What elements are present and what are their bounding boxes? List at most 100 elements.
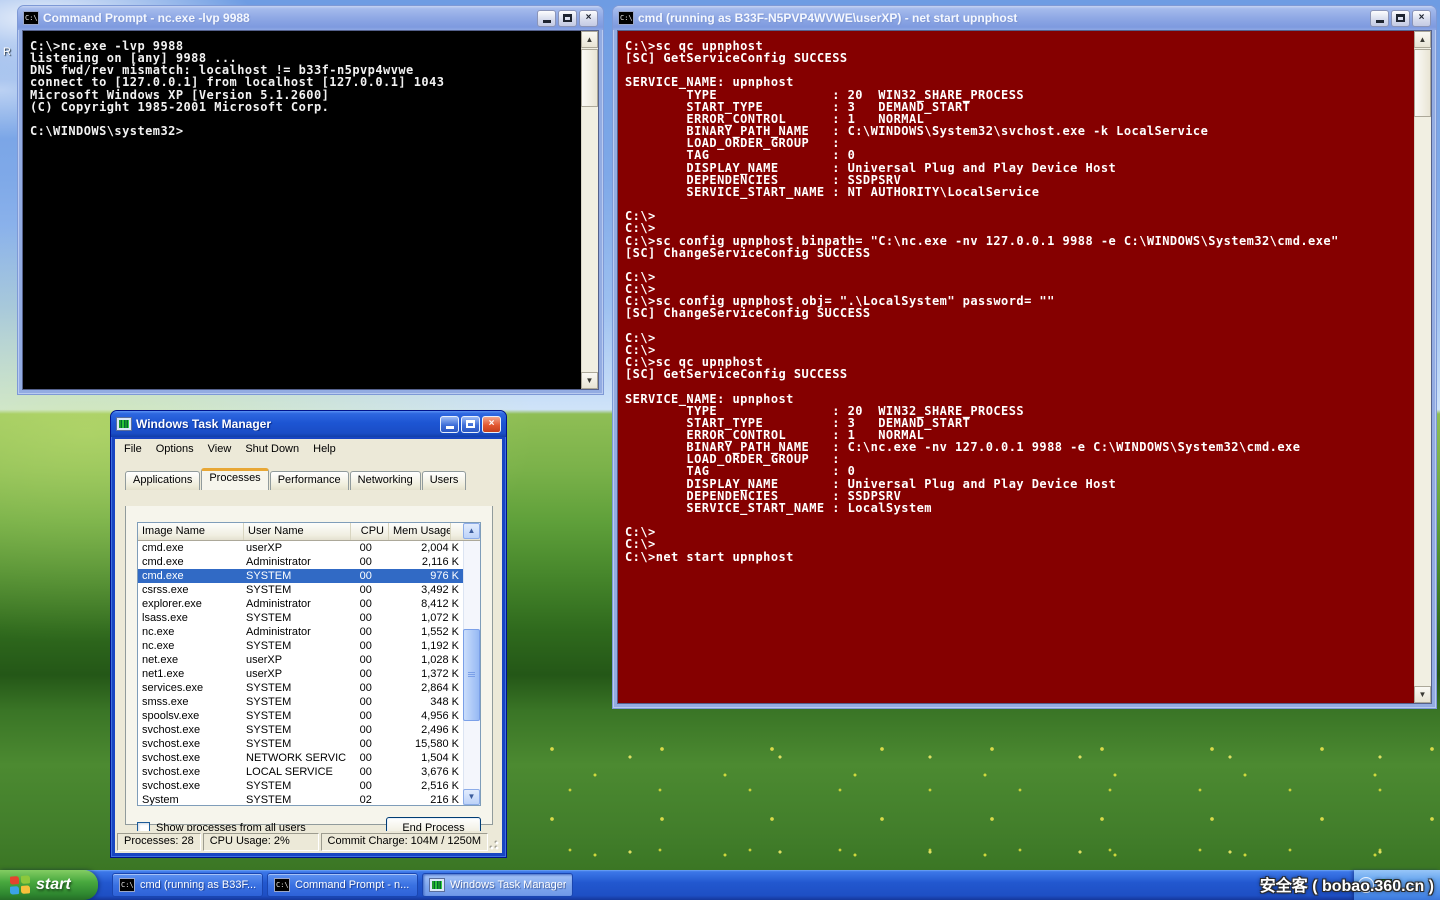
process-image-name: csrss.exe — [138, 583, 242, 597]
cmd-icon: C:\ — [274, 878, 290, 892]
process-row[interactable]: svchost.exeLOCAL SERVICE003,676 K — [138, 765, 463, 779]
titlebar-cmd-system[interactable]: C:\ cmd (running as B33F-N5PVP4WVWE\user… — [613, 6, 1436, 30]
process-row[interactable]: svchost.exeNETWORK SERVICE001,504 K — [138, 751, 463, 765]
process-user-name: SYSTEM — [242, 695, 347, 709]
menu-item-view[interactable]: View — [201, 441, 239, 457]
window-cmd-system: C:\ cmd (running as B33F-N5PVP4WVWE\user… — [612, 5, 1437, 709]
status-bar: Processes: 28CPU Usage: 2%Commit Charge:… — [115, 831, 502, 853]
menu-item-options[interactable]: Options — [149, 441, 201, 457]
process-cpu: 00 — [347, 723, 384, 737]
process-row[interactable]: lsass.exeSYSTEM001,072 K — [138, 611, 463, 625]
tab-networking[interactable]: Networking — [350, 471, 421, 490]
process-user-name: SYSTEM — [242, 681, 347, 695]
taskbar-button[interactable]: C:\Command Prompt - n... — [267, 873, 418, 897]
column-header[interactable]: Mem Usage — [389, 523, 451, 540]
scrollbar-thumb[interactable] — [581, 49, 598, 107]
menu-item-help[interactable]: Help — [306, 441, 343, 457]
scrollbar[interactable]: ▲ ▼ — [1414, 31, 1431, 703]
maximize-button[interactable] — [1391, 10, 1410, 27]
scroll-up-icon[interactable]: ▲ — [581, 31, 598, 48]
process-image-name: smss.exe — [138, 695, 242, 709]
process-mem-usage: 976 K — [384, 569, 463, 583]
process-mem-usage: 4,956 K — [384, 709, 463, 723]
scroll-down-icon[interactable]: ▼ — [463, 789, 480, 805]
process-row[interactable]: SystemSYSTEM02216 K — [138, 793, 463, 806]
column-header[interactable]: CPU — [351, 523, 389, 540]
minimize-button[interactable] — [440, 416, 459, 433]
close-button[interactable]: × — [1412, 10, 1431, 27]
taskbar-button[interactable]: C:\cmd (running as B33F... — [112, 873, 263, 897]
column-header[interactable]: User Name — [244, 523, 351, 540]
start-button-label: start — [36, 876, 71, 894]
close-button[interactable]: × — [482, 416, 501, 433]
minimize-button[interactable] — [537, 10, 556, 27]
process-row[interactable]: smss.exeSYSTEM00348 K — [138, 695, 463, 709]
tab-processes[interactable]: Processes — [201, 468, 268, 490]
menu-item-file[interactable]: File — [117, 441, 149, 457]
titlebar-task-manager[interactable]: Windows Task Manager × — [111, 411, 506, 437]
scrollbar-thumb[interactable] — [463, 629, 480, 721]
tab-users[interactable]: Users — [422, 471, 467, 490]
tab-performance[interactable]: Performance — [270, 471, 349, 490]
process-row[interactable]: net1.exeuserXP001,372 K — [138, 667, 463, 681]
process-row[interactable]: net.exeuserXP001,028 K — [138, 653, 463, 667]
processes-tab-panel: Image NameUser NameCPUMem Usage cmd.exeu… — [125, 506, 493, 825]
process-user-name: SYSTEM — [242, 709, 347, 723]
process-image-name: net.exe — [138, 653, 242, 667]
close-button[interactable]: × — [579, 10, 598, 27]
console-output-area[interactable]: C:\>sc qc upnphost [SC] GetServiceConfig… — [617, 30, 1432, 704]
process-row[interactable]: csrss.exeSYSTEM003,492 K — [138, 583, 463, 597]
maximize-button[interactable] — [461, 416, 480, 433]
menu-item-shut-down[interactable]: Shut Down — [238, 441, 306, 457]
start-button[interactable]: start — [0, 870, 98, 900]
process-cpu: 00 — [347, 653, 384, 667]
minimize-button[interactable] — [1370, 10, 1389, 27]
process-row[interactable]: nc.exeSYSTEM001,192 K — [138, 639, 463, 653]
process-row[interactable]: nc.exeAdministrator001,552 K — [138, 625, 463, 639]
titlebar-command-prompt[interactable]: C:\ Command Prompt - nc.exe -lvp 9988 × — [18, 6, 603, 30]
column-header[interactable]: Image Name — [138, 523, 244, 540]
scroll-up-icon[interactable]: ▲ — [1414, 31, 1431, 48]
scroll-down-icon[interactable]: ▼ — [1414, 686, 1431, 703]
scrollbar[interactable]: ▲ ▼ — [581, 31, 598, 389]
process-image-name: lsass.exe — [138, 611, 242, 625]
process-cpu: 00 — [347, 611, 384, 625]
process-cpu: 00 — [347, 681, 384, 695]
maximize-button[interactable] — [558, 10, 577, 27]
window-title: Command Prompt - nc.exe -lvp 9988 — [43, 11, 533, 25]
process-mem-usage: 1,192 K — [384, 639, 463, 653]
scroll-down-icon[interactable]: ▼ — [581, 372, 598, 389]
process-mem-usage: 2,516 K — [384, 779, 463, 793]
process-row[interactable]: cmd.exeuserXP002,004 K — [138, 541, 463, 555]
process-cpu: 00 — [347, 555, 384, 569]
tab-applications[interactable]: Applications — [125, 471, 200, 490]
process-mem-usage: 3,492 K — [384, 583, 463, 597]
process-cpu: 00 — [347, 751, 384, 765]
window-command-prompt: C:\ Command Prompt - nc.exe -lvp 9988 × … — [17, 5, 604, 395]
process-row[interactable]: spoolsv.exeSYSTEM004,956 K — [138, 709, 463, 723]
process-user-name: NETWORK SERVICE — [242, 751, 347, 765]
scroll-up-icon[interactable]: ▲ — [463, 523, 480, 539]
process-user-name: SYSTEM — [242, 723, 347, 737]
process-row[interactable]: services.exeSYSTEM002,864 K — [138, 681, 463, 695]
taskbar-button[interactable]: Windows Task Manager — [422, 873, 573, 897]
process-cpu: 02 — [347, 793, 384, 806]
process-mem-usage: 2,004 K — [384, 541, 463, 555]
process-user-name: Administrator — [242, 555, 347, 569]
resize-grip[interactable] — [488, 839, 500, 851]
process-cpu: 00 — [347, 583, 384, 597]
desktop-icon-label-fragment: R — [3, 46, 11, 58]
cmd-icon: C:\ — [119, 878, 135, 892]
scrollbar-thumb[interactable] — [1414, 49, 1431, 117]
process-row[interactable]: svchost.exeSYSTEM002,516 K — [138, 779, 463, 793]
process-row[interactable]: svchost.exeSYSTEM0015,580 K — [138, 737, 463, 751]
process-image-name: cmd.exe — [138, 541, 242, 555]
window-title: Windows Task Manager — [136, 417, 436, 431]
process-row[interactable]: cmd.exeAdministrator002,116 K — [138, 555, 463, 569]
process-image-name: nc.exe — [138, 639, 242, 653]
process-list-scrollbar[interactable]: ▲ ▼ — [463, 541, 480, 805]
process-row[interactable]: svchost.exeSYSTEM002,496 K — [138, 723, 463, 737]
process-row[interactable]: explorer.exeAdministrator008,412 K — [138, 597, 463, 611]
console-output-area[interactable]: C:\>nc.exe -lvp 9988 listening on [any] … — [22, 30, 599, 390]
process-row[interactable]: cmd.exeSYSTEM00976 K — [138, 569, 463, 583]
